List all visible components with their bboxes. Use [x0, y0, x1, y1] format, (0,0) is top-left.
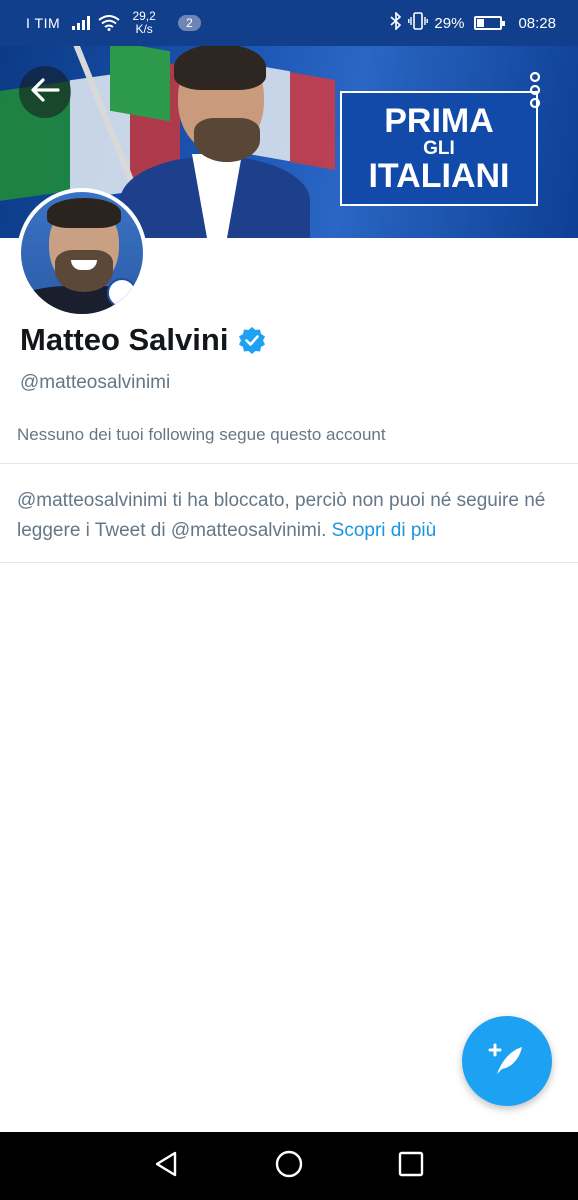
bluetooth-icon	[390, 11, 402, 34]
lapel-badge	[107, 278, 137, 308]
recents-square-icon	[398, 1151, 424, 1182]
back-button[interactable]	[19, 66, 71, 118]
avatar-beard	[55, 250, 113, 292]
home-circle-icon	[274, 1149, 304, 1184]
clock: 08:28	[518, 14, 556, 32]
signal-icon	[72, 16, 91, 30]
carrier-label: I TIM	[26, 15, 61, 31]
learn-more-link[interactable]: Scopri di più	[332, 520, 437, 541]
battery-fill	[477, 19, 484, 27]
verified-badge-icon	[238, 326, 266, 354]
divider	[0, 562, 578, 563]
slogan-line-2: GLI	[423, 138, 455, 159]
status-bar-left: I TIM 29,2 K/s 2	[26, 0, 201, 46]
wifi-icon	[98, 15, 120, 31]
banner-portrait	[120, 46, 340, 238]
divider	[0, 463, 578, 464]
portrait-hair	[174, 46, 266, 90]
avatar-hair	[47, 198, 121, 228]
followers-you-know-note: Nessuno dei tuoi following segue questo …	[17, 425, 386, 444]
slogan-line-3: ITALIANI	[368, 157, 510, 195]
portrait-beard	[194, 118, 260, 162]
more-options-button[interactable]	[520, 70, 550, 114]
network-speed: 29,2 K/s	[128, 10, 160, 36]
back-triangle-icon	[153, 1150, 179, 1183]
banner-slogan: PRIMA GLI ITALIANI	[340, 91, 538, 206]
nav-home-button[interactable]	[259, 1132, 319, 1200]
nav-recents-button[interactable]	[381, 1132, 441, 1200]
compose-tweet-button[interactable]	[462, 1016, 552, 1106]
notification-count-badge: 2	[178, 15, 201, 31]
speed-value: 29,2	[132, 9, 156, 23]
blocked-notice: @matteosalvinimi ti ha bloccato, perciò …	[17, 486, 567, 546]
blocked-notice-text: @matteosalvinimi ti ha bloccato, perciò …	[17, 490, 546, 541]
profile-name-row: Matteo Salvini	[20, 322, 266, 358]
speed-unit: K/s	[135, 22, 153, 36]
arrow-left-icon	[30, 77, 60, 108]
profile-name: Matteo Salvini	[20, 322, 229, 357]
vibrate-icon	[408, 12, 429, 34]
status-bar: I TIM 29,2 K/s 2 29% 08:28	[0, 0, 578, 46]
status-bar-right: 29% 08:28	[390, 0, 556, 46]
slogan-line-1: PRIMA	[384, 102, 494, 140]
compose-tweet-icon	[487, 1039, 527, 1084]
battery-icon	[474, 16, 506, 30]
profile-handle: @matteosalvinimi	[20, 372, 171, 393]
battery-percent: 29%	[434, 14, 465, 32]
nav-back-button[interactable]	[136, 1132, 196, 1200]
system-navigation-bar	[0, 1132, 578, 1200]
profile-avatar[interactable]	[17, 188, 147, 318]
more-vertical-icon	[528, 71, 542, 114]
